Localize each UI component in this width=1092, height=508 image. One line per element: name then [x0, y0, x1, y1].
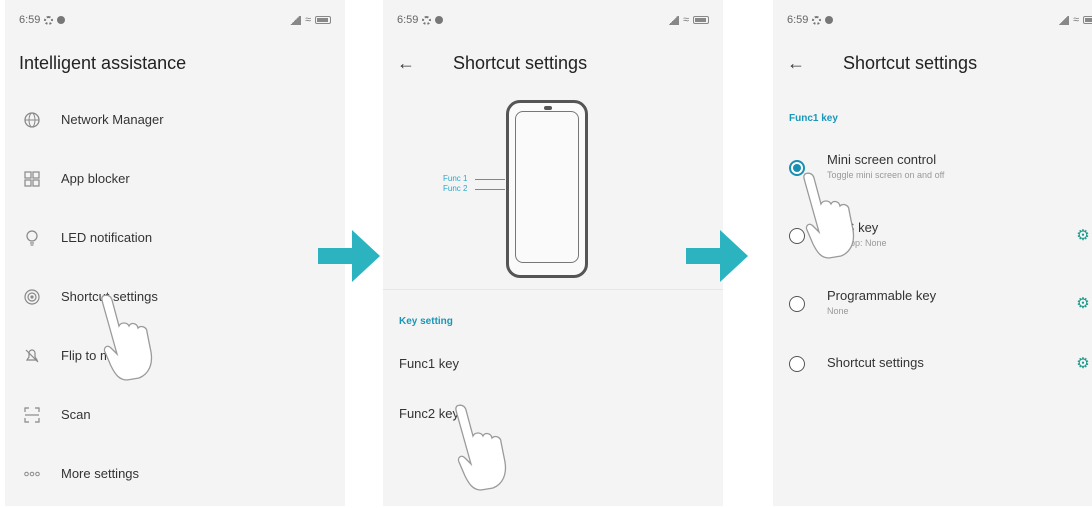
- signal-icon: [288, 15, 301, 25]
- list-item-label: Shortcut settings: [61, 289, 158, 304]
- status-time: 6:59: [787, 14, 809, 26]
- option-sos-key[interactable]: SOS key Call app: None ⚙: [773, 216, 1092, 256]
- scan-icon: [21, 404, 43, 426]
- option-description: None: [827, 306, 849, 316]
- list-item-more-settings[interactable]: More settings: [5, 444, 345, 503]
- target-icon: [21, 286, 43, 308]
- status-bar: 6:59 ≈: [5, 0, 345, 40]
- notification-status-icon: [57, 16, 66, 24]
- signal-icon: [666, 15, 679, 25]
- radio-unselected[interactable]: [789, 356, 805, 372]
- key-setting-header: Key setting: [399, 316, 453, 327]
- option-label: Shortcut settings: [827, 355, 924, 370]
- option-programmable-key[interactable]: Programmable key None ⚙: [773, 284, 1092, 324]
- battery-icon: [1083, 16, 1092, 24]
- app-bar: ← Shortcut settings: [773, 40, 1092, 86]
- intelligent-assistance-screen: 6:59 ≈ Intelligent assistance Network Ma…: [5, 0, 345, 506]
- list-item-label: Func1 key: [399, 355, 459, 371]
- gear-icon[interactable]: ⚙: [1075, 296, 1091, 312]
- phone-screen-outline: [515, 111, 579, 263]
- wifi-icon: ≈: [1072, 14, 1079, 26]
- list-item-scan[interactable]: Scan: [5, 385, 345, 444]
- gear-icon[interactable]: ⚙: [1075, 228, 1091, 244]
- page-title: Intelligent assistance: [19, 52, 187, 73]
- settings-status-icon: [44, 15, 54, 25]
- list-item-func2-key[interactable]: Func2 key: [383, 388, 723, 438]
- list-item-app-blocker[interactable]: App blocker: [5, 149, 345, 208]
- settings-list: Network Manager App blocker LED notifica…: [5, 90, 345, 503]
- option-description: Call app: None: [827, 238, 887, 248]
- list-item-label: Network Manager: [61, 112, 164, 127]
- func1-diagram-label: Func 1: [443, 174, 468, 183]
- list-item-label: App blocker: [61, 171, 130, 186]
- func1-pointer-line: [475, 179, 505, 180]
- back-arrow-icon[interactable]: ←: [397, 53, 425, 74]
- option-label: Programmable key: [827, 288, 937, 303]
- more-icon: [21, 463, 43, 485]
- list-item-label: Scan: [61, 407, 91, 422]
- key-list: Func1 key Func2 key: [383, 338, 723, 438]
- bell-off-icon: [21, 345, 43, 367]
- grid-icon: [21, 168, 43, 190]
- app-bar: ← Shortcut settings: [383, 40, 723, 86]
- page-title: Shortcut settings: [843, 52, 978, 73]
- option-shortcut-settings[interactable]: Shortcut settings ⚙: [773, 344, 1092, 384]
- notification-status-icon: [825, 16, 834, 24]
- signal-icon: [1056, 15, 1069, 25]
- list-item-network-manager[interactable]: Network Manager: [5, 90, 345, 149]
- list-item-label: LED notification: [61, 230, 153, 245]
- arrow-right-icon: [318, 230, 380, 282]
- bulb-icon: [21, 227, 43, 249]
- settings-status-icon: [812, 15, 822, 25]
- shortcut-settings-screen: 6:59 ≈ ← Shortcut settings Func 1 Func 2…: [383, 0, 723, 506]
- settings-status-icon: [422, 15, 432, 25]
- func2-diagram-label: Func 2: [443, 184, 468, 193]
- app-bar: Intelligent assistance: [5, 40, 345, 86]
- arrow-right-icon: [686, 230, 748, 282]
- battery-icon: [315, 16, 331, 24]
- status-time: 6:59: [19, 14, 41, 26]
- camera-notch: [544, 106, 552, 110]
- option-mini-screen-control[interactable]: Mini screen control Toggle mini screen o…: [773, 148, 1092, 188]
- list-item-func1-key[interactable]: Func1 key: [383, 338, 723, 388]
- wifi-icon: ≈: [682, 14, 689, 26]
- notification-status-icon: [435, 16, 444, 24]
- func2-pointer-line: [475, 189, 505, 190]
- wifi-icon: ≈: [304, 14, 311, 26]
- radio-unselected[interactable]: [789, 228, 805, 244]
- phone-illustration: [506, 100, 588, 278]
- list-item-label: Flip to m: [61, 348, 111, 363]
- option-label: Mini screen control: [827, 152, 937, 167]
- gear-icon[interactable]: ⚙: [1075, 356, 1091, 372]
- list-item-shortcut-settings[interactable]: Shortcut settings: [5, 267, 345, 326]
- option-label: SOS key: [827, 220, 879, 235]
- list-item-label: Func2 key: [399, 405, 459, 421]
- option-description: Toggle mini screen on and off: [827, 170, 945, 180]
- status-bar: 6:59 ≈: [773, 0, 1092, 40]
- list-item-label: More settings: [61, 466, 140, 481]
- list-item-led-notification[interactable]: LED notification: [5, 208, 345, 267]
- page-title: Shortcut settings: [453, 52, 588, 73]
- device-diagram: Func 1 Func 2: [383, 90, 723, 290]
- globe-icon: [21, 109, 43, 131]
- battery-icon: [693, 16, 709, 24]
- func1-key-header: Func1 key: [789, 113, 838, 124]
- radio-unselected[interactable]: [789, 296, 805, 312]
- status-bar: 6:59 ≈: [383, 0, 723, 40]
- status-time: 6:59: [397, 14, 419, 26]
- radio-selected[interactable]: [789, 160, 805, 176]
- back-arrow-icon[interactable]: ←: [787, 53, 815, 74]
- list-item-flip-to-mute[interactable]: Flip to m: [5, 326, 345, 385]
- func1-key-screen: 6:59 ≈ ← Shortcut settings Func1 key Min…: [773, 0, 1092, 506]
